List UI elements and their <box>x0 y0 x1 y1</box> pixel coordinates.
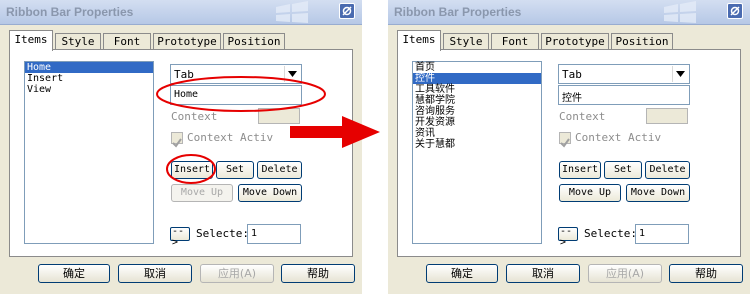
list-item[interactable]: 资讯 <box>413 128 541 139</box>
close-icon <box>730 6 740 16</box>
windows-logo-icon <box>664 1 696 23</box>
move-down-button[interactable]: Move Down <box>626 184 690 202</box>
context-label: Context <box>559 110 606 123</box>
tab-style[interactable]: Style <box>443 33 489 50</box>
selected-input[interactable]: 1 <box>635 224 689 244</box>
tab-font[interactable]: Font <box>491 33 539 50</box>
apply-button[interactable]: 应用(A) <box>588 264 662 283</box>
selected-value: 1 <box>639 228 646 239</box>
arrow-button[interactable]: --> <box>558 226 578 248</box>
ok-button[interactable]: 确定 <box>426 264 498 283</box>
list-item[interactable]: 开发资源 <box>413 117 541 128</box>
chevron-down-icon[interactable] <box>672 66 688 82</box>
annotation-ellipse-insert <box>166 154 216 184</box>
insert-button[interactable]: Insert <box>559 161 601 179</box>
set-button[interactable]: Set <box>604 161 642 179</box>
list-item[interactable]: 慧都学院 <box>413 95 541 106</box>
list-item[interactable]: 关于慧都 <box>413 139 541 150</box>
type-combo-value: Tab <box>562 68 582 81</box>
context-activ-label: Context Activ <box>575 131 662 144</box>
close-button[interactable] <box>727 3 743 19</box>
annotation-ellipse-caption <box>156 76 326 112</box>
list-item[interactable]: 首页 <box>413 62 541 73</box>
dialog-title: Ribbon Bar Properties <box>394 5 522 19</box>
caption-value: 控件 <box>562 93 582 104</box>
items-list[interactable]: 首页 控件 工具软件 慧都学院 咨询服务 开发资源 资讯 关于慧都 <box>412 61 542 244</box>
list-item[interactable]: 工具软件 <box>413 84 541 95</box>
move-up-button[interactable]: Move Up <box>559 184 621 202</box>
title-bar[interactable]: Ribbon Bar Properties <box>388 0 750 25</box>
type-combo[interactable]: Tab <box>558 64 690 84</box>
items-panel: 首页 控件 工具软件 慧都学院 咨询服务 开发资源 资讯 关于慧都 Tab 控件… <box>397 49 741 257</box>
list-item[interactable]: 控件 <box>413 73 541 84</box>
context-combo <box>646 108 688 124</box>
cancel-button[interactable]: 取消 <box>506 264 580 283</box>
tab-items[interactable]: Items <box>397 30 441 51</box>
help-button[interactable]: 帮助 <box>669 264 743 283</box>
delete-button[interactable]: Delete <box>645 161 690 179</box>
tab-items[interactable]: Items <box>9 30 53 51</box>
tab-position[interactable]: Position <box>611 33 673 50</box>
context-activ-checkbox[interactable] <box>559 132 571 148</box>
tab-prototype[interactable]: Prototype <box>541 33 609 50</box>
selected-label: Selecte: <box>584 227 637 240</box>
caption-input[interactable]: 控件 <box>558 85 690 105</box>
annotation-arrow-icon <box>290 116 380 148</box>
right-dialog: Ribbon Bar Properties Items Style Font P… <box>388 0 750 294</box>
check-icon <box>560 138 570 148</box>
list-item[interactable]: 咨询服务 <box>413 106 541 117</box>
